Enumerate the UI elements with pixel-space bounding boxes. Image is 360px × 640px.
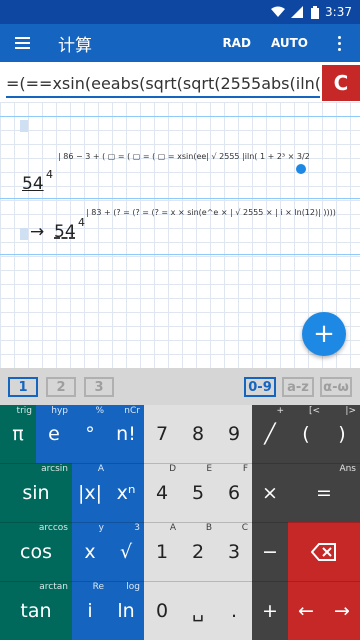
right-paren-key[interactable]: ) |> bbox=[324, 405, 360, 463]
nine-key[interactable]: 9 bbox=[216, 405, 252, 463]
five-key[interactable]: 5E bbox=[180, 463, 216, 522]
result-2: 54 bbox=[54, 222, 76, 242]
input-row: =(==xsin(eeabs(sqrt(sqrt(2555abs(iln(1 bbox=[0, 62, 360, 102]
sqrt-key[interactable]: √ 3 bbox=[108, 522, 144, 581]
wifi-icon bbox=[271, 6, 286, 18]
keypad-tabs: 1 2 3 0-9 a-z α-ω bbox=[0, 368, 360, 405]
hint-d: D bbox=[169, 464, 176, 474]
space-key[interactable]: ␣ bbox=[180, 581, 216, 640]
rad-button[interactable]: RAD bbox=[222, 36, 251, 50]
signal-icon bbox=[291, 6, 305, 18]
clear-button[interactable]: C bbox=[322, 65, 360, 101]
more-options-icon[interactable] bbox=[328, 35, 350, 51]
degree-key[interactable]: °% bbox=[72, 405, 108, 463]
tab-letters[interactable]: a-z bbox=[282, 377, 314, 397]
two-key[interactable]: 2B bbox=[180, 522, 216, 581]
hint-trig: trig bbox=[16, 406, 32, 416]
line-marker bbox=[20, 120, 28, 132]
expression-input[interactable]: =(==xsin(eeabs(sqrt(sqrt(2555abs(iln(1 bbox=[6, 70, 320, 98]
arrow-symbol: → bbox=[30, 222, 45, 242]
cos-key[interactable]: cos arccos bbox=[0, 522, 72, 581]
left-paren-key[interactable]: ([< bbox=[288, 405, 324, 463]
e-key[interactable]: e hyp bbox=[36, 405, 72, 463]
hint-arcsin: arcsin bbox=[41, 464, 68, 474]
ln-key[interactable]: ln log bbox=[108, 581, 144, 640]
hint-percent: % bbox=[95, 406, 104, 416]
result-2-exponent: 4 bbox=[78, 216, 85, 229]
tab-1[interactable]: 1 bbox=[8, 377, 38, 397]
keypad: π trig e hyp °% n! nCr 7 8 9 ╱ + ([< ) |> sin… bbox=[0, 405, 360, 640]
eight-key[interactable]: 8 bbox=[180, 405, 216, 463]
left-arrow-key[interactable]: ← bbox=[288, 581, 324, 640]
four-key[interactable]: 4D bbox=[144, 463, 180, 522]
abs-key[interactable]: |x| A bbox=[72, 463, 108, 522]
hint-c: C bbox=[241, 523, 248, 533]
selection-handle[interactable] bbox=[296, 164, 306, 174]
row-separator bbox=[0, 581, 360, 582]
hint-ans: Ans bbox=[339, 464, 356, 474]
x-key[interactable]: xy bbox=[72, 522, 108, 581]
seven-key[interactable]: 7 bbox=[144, 405, 180, 463]
i-key[interactable]: i Re bbox=[72, 581, 108, 640]
divider bbox=[0, 198, 360, 199]
hint-y: y bbox=[98, 523, 104, 533]
status-bar: 3:37 bbox=[0, 0, 360, 24]
hint-e: E bbox=[206, 464, 212, 474]
tab-digits[interactable]: 0-9 bbox=[244, 377, 276, 397]
hint-plus: + bbox=[276, 406, 284, 416]
line-marker bbox=[20, 228, 28, 240]
hint-hyp: hyp bbox=[51, 406, 68, 416]
plus-key[interactable]: + bbox=[252, 581, 288, 640]
hint-log: log bbox=[126, 582, 140, 592]
app-title: 计算 bbox=[58, 35, 92, 56]
divider bbox=[0, 254, 360, 255]
hint-lbracket: [< bbox=[308, 406, 320, 416]
row-separator bbox=[0, 463, 360, 464]
expression-line-1[interactable]: | 86 − 3 + ( ▢ = ( ▢ = ( ▢ = xsin(ee| √ … bbox=[58, 152, 310, 161]
six-key[interactable]: 6F bbox=[216, 463, 252, 522]
hint-3: 3 bbox=[134, 523, 140, 533]
three-key[interactable]: 3C bbox=[216, 522, 252, 581]
hint-re: Re bbox=[92, 582, 104, 592]
hint-a2: A bbox=[169, 523, 176, 533]
status-time: 3:37 bbox=[325, 5, 352, 19]
equals-key[interactable]: = Ans bbox=[288, 463, 360, 522]
factorial-key[interactable]: n! nCr bbox=[108, 405, 144, 463]
hint-arctan: arctan bbox=[39, 582, 68, 592]
zero-key[interactable]: 0 bbox=[144, 581, 180, 640]
right-arrow-key[interactable]: → bbox=[324, 581, 360, 640]
pi-key[interactable]: π trig bbox=[0, 405, 36, 463]
backspace-key[interactable] bbox=[288, 522, 360, 581]
hint-a: A bbox=[97, 464, 104, 474]
fraction-key[interactable]: ╱ + bbox=[252, 405, 288, 463]
divider bbox=[0, 116, 360, 117]
hint-arccos: arccos bbox=[38, 523, 68, 533]
tab-2[interactable]: 2 bbox=[46, 377, 76, 397]
add-button[interactable]: + bbox=[302, 312, 346, 356]
expression-line-2[interactable]: | 83 + (? = (? = (? = x × sin(e^e × | √ … bbox=[86, 208, 336, 217]
battery-icon bbox=[311, 6, 320, 19]
tab-3[interactable]: 3 bbox=[84, 377, 114, 397]
minus-key[interactable]: − bbox=[252, 522, 288, 581]
tan-key[interactable]: tan arctan bbox=[0, 581, 72, 640]
hint-b: B bbox=[205, 523, 212, 533]
app-bar: 计算 RAD AUTO bbox=[0, 24, 360, 62]
times-key[interactable]: × bbox=[252, 463, 288, 522]
sin-key[interactable]: sin arcsin bbox=[0, 463, 72, 522]
result-1: 54 bbox=[22, 174, 44, 194]
one-key[interactable]: 1A bbox=[144, 522, 180, 581]
hint-ncr: nCr bbox=[124, 406, 140, 416]
tab-greek[interactable]: α-ω bbox=[320, 377, 352, 397]
row-separator bbox=[0, 522, 360, 523]
backspace-icon bbox=[311, 542, 336, 561]
hint-f: F bbox=[242, 464, 248, 474]
decimal-key[interactable]: . bbox=[216, 581, 252, 640]
power-key[interactable]: xⁿ bbox=[108, 463, 144, 522]
result-1-exponent: 4 bbox=[46, 168, 53, 181]
menu-icon[interactable] bbox=[0, 24, 44, 62]
hint-rbracket: |> bbox=[345, 406, 356, 416]
auto-button[interactable]: AUTO bbox=[271, 36, 308, 50]
